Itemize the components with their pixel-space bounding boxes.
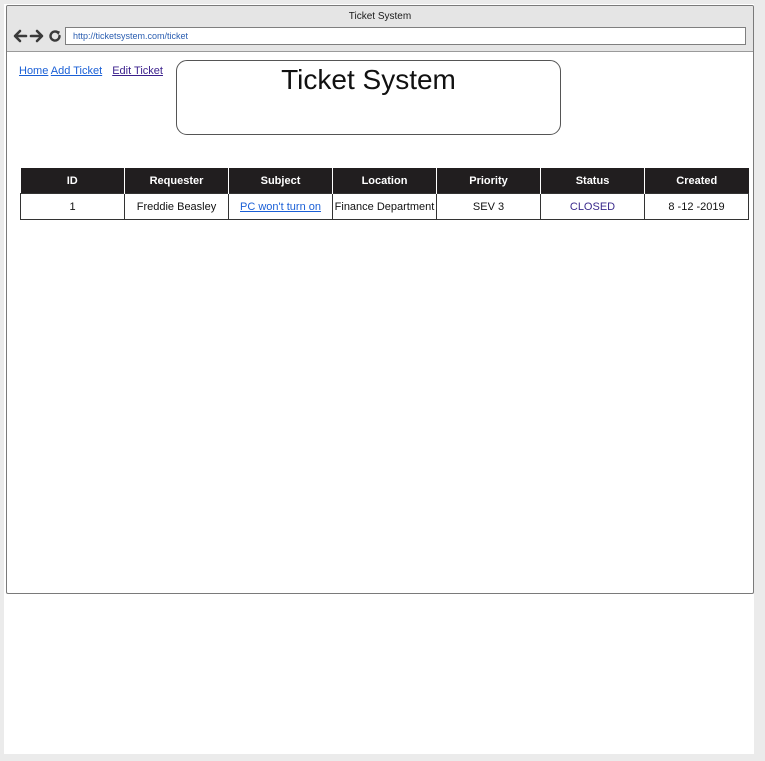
add-ticket-link[interactable]: Add Ticket xyxy=(51,65,102,77)
cell-priority: SEV 3 xyxy=(436,193,541,220)
cell-id: 1 xyxy=(20,193,125,220)
edit-ticket-link[interactable]: Edit Ticket xyxy=(112,65,163,77)
cell-status: CLOSED xyxy=(540,193,645,220)
browser-window: Ticket System http://ticketsystem.com/ti… xyxy=(6,5,754,594)
browser-toolbar: Ticket System http://ticketsystem.com/ti… xyxy=(7,6,753,52)
arrow-right-icon xyxy=(29,29,44,43)
home-link[interactable]: Home xyxy=(19,65,48,77)
cell-requester: Freddie Beasley xyxy=(124,193,229,220)
column-header-created[interactable]: Created xyxy=(644,168,749,194)
cell-location: Finance Department xyxy=(332,193,437,220)
page-content: Home Add Ticket Edit Ticket Ticket Syste… xyxy=(7,52,753,593)
window-title: Ticket System xyxy=(348,11,412,22)
column-header-priority[interactable]: Priority xyxy=(436,168,541,194)
column-header-requester[interactable]: Requester xyxy=(124,168,229,194)
column-header-location[interactable]: Location xyxy=(332,168,437,194)
table-header-row: ID Requester Subject Location Priority S… xyxy=(20,168,749,194)
header-box: Ticket System xyxy=(176,60,561,135)
reload-icon xyxy=(49,30,61,42)
column-header-status[interactable]: Status xyxy=(540,168,645,194)
subject-link[interactable]: PC won't turn on xyxy=(240,201,321,213)
reload-button[interactable] xyxy=(47,28,63,44)
nav-links: Home Add Ticket Edit Ticket xyxy=(19,65,163,77)
page-title: Ticket System xyxy=(281,64,456,95)
table-row[interactable]: 1 Freddie Beasley PC won't turn on Finan… xyxy=(20,193,749,220)
forward-button[interactable] xyxy=(29,28,45,44)
column-header-subject[interactable]: Subject xyxy=(228,168,333,194)
status-badge: CLOSED xyxy=(569,200,616,213)
back-button[interactable] xyxy=(12,28,28,44)
column-header-id[interactable]: ID xyxy=(20,168,125,194)
url-input[interactable]: http://ticketsystem.com/ticket xyxy=(65,27,746,45)
cell-subject: PC won't turn on xyxy=(228,193,333,220)
arrow-left-icon xyxy=(13,29,28,43)
cell-created: 8 -12 -2019 xyxy=(644,193,749,220)
tickets-table: ID Requester Subject Location Priority S… xyxy=(20,168,749,220)
